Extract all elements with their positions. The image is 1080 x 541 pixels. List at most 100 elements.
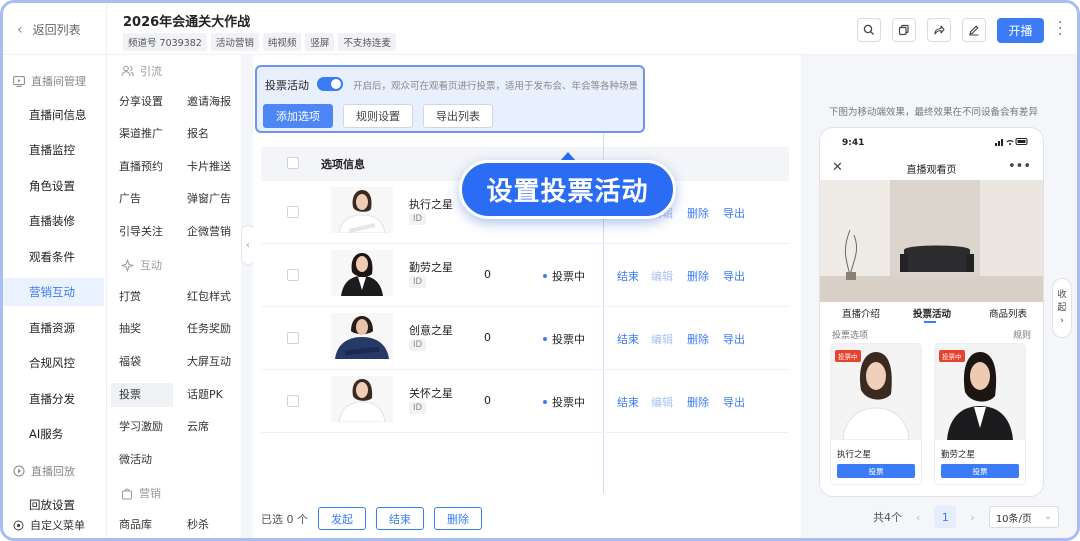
delete-link[interactable]: 删除 [687, 205, 709, 221]
page-number-current[interactable]: 1 [934, 506, 957, 528]
subnav-follow-guide[interactable]: 引导关注 [111, 220, 173, 244]
subnav-channel-promo[interactable]: 渠道推广 [111, 122, 173, 146]
subnav-live-booking[interactable]: 直播预约 [111, 155, 173, 179]
vote-rule-link[interactable]: 规则 [1013, 328, 1031, 341]
sidebar-item-distribution[interactable]: 直播分发 [3, 385, 104, 413]
row-checkbox[interactable] [287, 269, 299, 281]
subnav-task-reward[interactable]: 任务奖励 [179, 317, 241, 341]
subnav-card-push[interactable]: 卡片推送 [179, 155, 241, 179]
edit-link[interactable]: 编辑 [651, 394, 673, 410]
custom-menu-button[interactable]: 自定义菜单 [13, 517, 85, 533]
subnav-lottery[interactable]: 抽奖 [111, 317, 173, 341]
subnav-micro-activity[interactable]: 微活动 [111, 448, 173, 472]
header-divider [106, 3, 107, 55]
end-link[interactable]: 结束 [617, 268, 639, 284]
bulk-delete-button[interactable]: 删除 [434, 507, 482, 530]
subnav-topic-pk[interactable]: 话题PK [179, 383, 241, 407]
option-name: 勤劳之星 [409, 261, 453, 274]
page-size-select[interactable]: 10条/页 ⌄ [988, 506, 1059, 528]
pagination: 共4个 ‹ 1 › 10条/页 ⌄ [873, 506, 1059, 528]
preview-collapse-button[interactable]: 收 起 › [1052, 278, 1072, 338]
app-frame: ‹ 返回列表 2026年会通关大作战 频道号 7039382 活动营销 纯视频 … [0, 0, 1080, 541]
back-to-list-button[interactable]: ‹ 返回列表 [17, 21, 81, 38]
option-name: 创意之星 [409, 324, 453, 337]
export-link[interactable]: 导出 [723, 205, 745, 221]
subnav-tipping[interactable]: 打赏 [111, 285, 173, 309]
subnav-red-packet[interactable]: 红包样式 [179, 285, 241, 309]
export-link[interactable]: 导出 [723, 268, 745, 284]
row-checkbox[interactable] [287, 206, 299, 218]
subnav-share-settings[interactable]: 分享设置 [111, 90, 173, 114]
collapse-label-1: 收 [1057, 289, 1067, 300]
sidebar-item-marketing[interactable]: 营销互动 [3, 278, 104, 306]
subnav-big-screen[interactable]: 大屏互动 [179, 350, 241, 374]
subnav-signup[interactable]: 报名 [179, 122, 241, 146]
next-page-icon[interactable]: › [970, 511, 974, 524]
status-text: 投票中 [552, 270, 585, 283]
delete-link[interactable]: 删除 [687, 394, 709, 410]
sidebar-group-label: 直播回放 [31, 465, 75, 478]
subnav-wecom-marketing[interactable]: 企微营销 [179, 220, 241, 244]
start-live-button[interactable]: 开播 [997, 18, 1044, 43]
subnav-cloud-seat[interactable]: 云席 [179, 415, 241, 439]
copy-button[interactable] [892, 18, 916, 42]
option-id: ID [409, 213, 427, 225]
candidate-photo [331, 376, 393, 422]
share-button[interactable] [927, 18, 951, 42]
subnav-invite-poster[interactable]: 邀请海报 [179, 90, 241, 114]
vote-activity-toggle[interactable] [317, 77, 343, 91]
sidebar-item-roles[interactable]: 角色设置 [3, 172, 104, 200]
pencil-icon [969, 25, 979, 36]
row-checkbox[interactable] [287, 332, 299, 344]
phone-tab-intro[interactable]: 直播介绍 [842, 306, 880, 320]
subnav-lucky-bag[interactable]: 福袋 [111, 350, 173, 374]
subnav-flash-sale[interactable]: 秒杀 [179, 513, 241, 537]
phone-tab-vote[interactable]: 投票活动 [913, 306, 951, 320]
sidebar-item-compliance[interactable]: 合规风控 [3, 349, 104, 377]
add-option-button[interactable]: 添加选项 [263, 104, 333, 128]
more-horizontal-icon[interactable]: ••• [1008, 159, 1031, 174]
sidebar-item-monitor[interactable]: 直播监控 [3, 136, 104, 164]
rule-settings-button[interactable]: 规则设置 [343, 104, 413, 128]
prev-page-icon[interactable]: ‹ [916, 511, 920, 524]
sidebar-item-decoration[interactable]: 直播装修 [3, 207, 104, 235]
search-button[interactable] [857, 18, 881, 42]
subnav-popup-ads[interactable]: 弹窗广告 [179, 187, 241, 211]
sidebar-item-live-info[interactable]: 直播间信息 [3, 101, 104, 129]
subnav-group-marketing: 营销 [121, 485, 161, 501]
table-row-actions: 结束 编辑 删除 导出 [603, 307, 789, 370]
bulk-end-button[interactable]: 结束 [376, 507, 424, 530]
sparkle-icon [121, 259, 134, 271]
row-checkbox[interactable] [287, 395, 299, 407]
vote-button[interactable]: 投票 [837, 464, 915, 478]
edit-link[interactable]: 编辑 [651, 331, 673, 347]
select-all-checkbox[interactable] [287, 157, 299, 169]
end-link[interactable]: 结束 [617, 331, 639, 347]
edit-link[interactable]: 编辑 [651, 268, 673, 284]
delete-link[interactable]: 删除 [687, 331, 709, 347]
live-room-image [820, 180, 1043, 302]
export-link[interactable]: 导出 [723, 331, 745, 347]
sidebar-item-watch-conditions[interactable]: 观看条件 [3, 243, 104, 271]
end-link[interactable]: 结束 [617, 394, 639, 410]
phone-tab-products[interactable]: 商品列表 [989, 306, 1027, 320]
subnav-ads[interactable]: 广告 [111, 187, 173, 211]
delete-link[interactable]: 删除 [687, 268, 709, 284]
sidebar-item-ai[interactable]: AI服务 [3, 420, 104, 448]
card-name: 执行之星 [837, 450, 872, 460]
vote-button[interactable]: 投票 [941, 464, 1019, 478]
vote-status: 投票中 [543, 331, 585, 347]
more-vertical-icon[interactable]: · · · [1058, 16, 1062, 42]
subnav-vote[interactable]: 投票 [111, 383, 173, 407]
edit-button[interactable] [962, 18, 986, 42]
export-list-button[interactable]: 导出列表 [423, 104, 493, 128]
copy-icon [898, 24, 909, 36]
bulk-start-button[interactable]: 发起 [318, 507, 366, 530]
subnav-group-label: 互动 [140, 259, 162, 272]
sidebar-item-resources[interactable]: 直播资源 [3, 314, 104, 342]
subnav-learning[interactable]: 学习激励 [111, 415, 173, 439]
subnav-product-library[interactable]: 商品库 [111, 513, 173, 537]
sidebar-item-replay-settings[interactable]: 回放设置 [3, 491, 104, 519]
export-link[interactable]: 导出 [723, 394, 745, 410]
vote-card: 投票中 勤劳之星 投票 [935, 344, 1025, 484]
